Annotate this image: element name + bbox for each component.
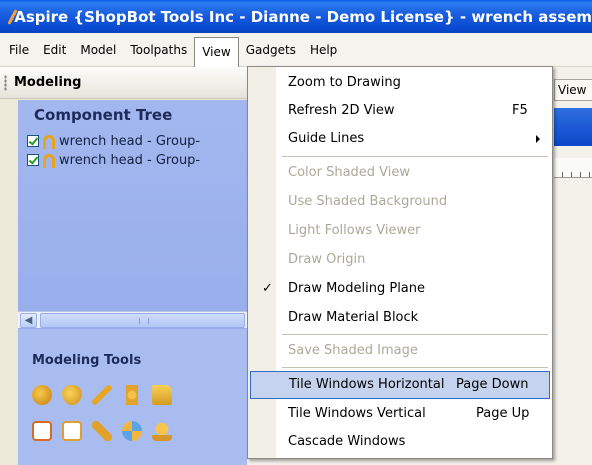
menu-gadgets[interactable]: Gadgets <box>239 37 303 63</box>
submenu-arrow-icon <box>536 135 540 143</box>
group-icon <box>43 135 55 149</box>
menu-item-tile-windows-horizontal[interactable]: Tile Windows Horizontal Page Down <box>250 371 550 399</box>
weave-icon[interactable] <box>122 385 142 405</box>
menu-item-label: Draw Origin <box>288 252 366 267</box>
menu-item-label: Draw Material Block <box>288 310 419 325</box>
menu-item-use-shaded-background[interactable]: Use Shaded Background <box>250 188 550 216</box>
menu-item-label: Refresh 2D View <box>288 103 395 118</box>
folder-icon[interactable] <box>152 385 172 405</box>
menu-item-draw-modeling-plane[interactable]: ✓ Draw Modeling Plane <box>250 275 550 303</box>
menu-item-label: Cascade Windows <box>288 434 406 449</box>
menu-item-color-shaded-view[interactable]: Color Shaded View <box>250 159 550 187</box>
group-icon <box>43 154 55 168</box>
menu-item-save-shaded-image[interactable]: Save Shaded Image <box>250 337 550 365</box>
scroll-left-icon[interactable]: ◀ <box>20 313 37 328</box>
menu-item-cascade-windows[interactable]: Cascade Windows <box>250 428 550 456</box>
modeling-label: Modeling <box>14 75 82 90</box>
sculpt-icon[interactable] <box>92 421 112 441</box>
menu-separator <box>282 334 548 335</box>
menu-item-label: Zoom to Drawing <box>288 75 401 90</box>
view-title-strip <box>554 108 592 146</box>
menu-file[interactable]: File <box>2 37 36 63</box>
menu-view[interactable]: View <box>194 36 239 67</box>
shortcut-label: Page Down <box>456 377 529 392</box>
menu-item-label: Guide Lines <box>288 131 365 146</box>
menu-item-label: Tile Windows Vertical <box>288 406 426 421</box>
checkmark-icon: ✓ <box>262 281 273 296</box>
menu-item-guide-lines[interactable]: Guide Lines <box>250 125 550 153</box>
menu-separator <box>282 156 548 157</box>
modeling-tools-panel: Modeling Tools <box>18 329 247 465</box>
menu-item-label: Use Shaded Background <box>288 194 448 209</box>
menu-item-label: Light Follows Viewer <box>288 223 421 238</box>
aspire-app-icon <box>4 7 8 27</box>
menu-item-label: Color Shaded View <box>288 165 411 180</box>
grip-handle[interactable] <box>4 75 7 91</box>
modeling-tools-title: Modeling Tools <box>32 353 142 368</box>
ruler <box>554 158 592 178</box>
title-bar[interactable]: Aspire {ShopBot Tools Inc - Dianne - Dem… <box>0 0 592 33</box>
menu-model[interactable]: Model <box>73 37 123 63</box>
view-menu-dropdown: Zoom to Drawing Refresh 2D View F5 Guide… <box>247 66 553 459</box>
erase-icon[interactable] <box>32 421 52 441</box>
view-tab[interactable]: View <box>554 79 592 101</box>
visibility-checkbox[interactable] <box>27 154 39 166</box>
tools-row-1 <box>32 385 172 405</box>
shortcut-label: F5 <box>512 103 528 118</box>
menu-help[interactable]: Help <box>303 37 344 63</box>
left-pane: Modeling Component Tree wrench head - Gr… <box>0 67 247 465</box>
tree-item[interactable]: wrench head - Group- <box>27 132 200 150</box>
modeling-header: Modeling <box>0 67 247 99</box>
menu-item-tile-windows-vertical[interactable]: Tile Windows Vertical Page Up <box>250 400 550 428</box>
component-tree-title: Component Tree <box>34 106 173 124</box>
move-icon[interactable] <box>122 421 142 441</box>
edit-icon[interactable] <box>92 385 112 405</box>
tree-item-label: wrench head - Group- <box>59 152 201 168</box>
tree-item-label: wrench head - Group- <box>59 133 201 149</box>
extrude-icon[interactable] <box>62 385 82 405</box>
create-shape-icon[interactable] <box>32 385 52 405</box>
menu-bar: File Edit Model Toolpaths View Gadgets H… <box>0 33 592 67</box>
shortcut-label: Page Up <box>476 406 530 421</box>
visibility-checkbox[interactable] <box>27 135 39 147</box>
menu-item-label: Draw Modeling Plane <box>288 281 426 296</box>
menu-item-draw-origin[interactable]: Draw Origin <box>250 246 550 274</box>
scroll-thumb[interactable] <box>40 313 245 328</box>
menu-item-zoom-to-drawing[interactable]: Zoom to Drawing <box>250 69 550 97</box>
menu-item-label: Save Shaded Image <box>288 343 418 358</box>
menu-item-light-follows-viewer[interactable]: Light Follows Viewer <box>250 217 550 245</box>
menu-separator <box>282 367 548 368</box>
menu-item-label: Tile Windows Horizontal <box>289 377 445 392</box>
menu-item-draw-material-block[interactable]: Draw Material Block <box>250 304 550 332</box>
smooth-icon[interactable] <box>152 421 172 441</box>
tools-row-2 <box>32 421 172 441</box>
frame-icon[interactable] <box>62 421 82 441</box>
menu-edit[interactable]: Edit <box>36 37 73 63</box>
horizontal-scrollbar[interactable]: ◀ <box>18 311 247 328</box>
window-title: Aspire {ShopBot Tools Inc - Dianne - Dem… <box>14 7 592 26</box>
menu-item-refresh-2d-view[interactable]: Refresh 2D View F5 <box>250 97 550 125</box>
menu-toolpaths[interactable]: Toolpaths <box>123 37 194 63</box>
tree-item[interactable]: wrench head - Group- <box>27 151 200 169</box>
